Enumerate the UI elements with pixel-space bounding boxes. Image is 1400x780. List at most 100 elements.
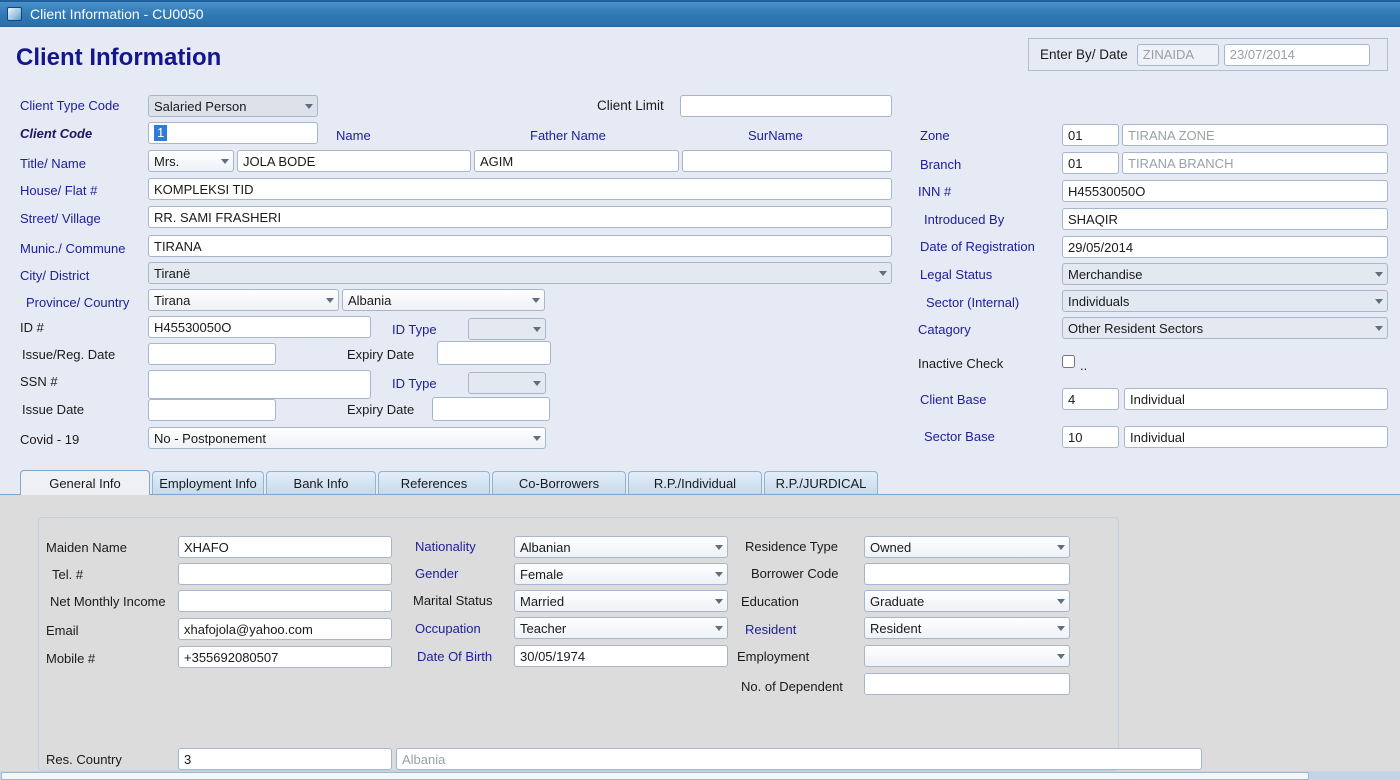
- chevron-down-icon: [715, 599, 723, 604]
- res-country-name-field: [396, 748, 1202, 770]
- net-monthly-income-field[interactable]: [178, 590, 392, 612]
- tab-co-borrowers[interactable]: Co-Borrowers: [492, 471, 626, 495]
- covid-dropdown[interactable]: No - Postponement: [148, 427, 546, 449]
- province-dropdown[interactable]: Tirana: [148, 289, 339, 311]
- tab-employment-info[interactable]: Employment Info: [152, 471, 264, 495]
- id-type-1-dropdown[interactable]: [468, 318, 546, 340]
- sector-internal-dropdown[interactable]: Individuals: [1062, 290, 1388, 312]
- maiden-name-label: Maiden Name: [46, 540, 127, 555]
- sector-internal-value: Individuals: [1068, 294, 1371, 309]
- id-number-label: ID #: [20, 320, 44, 335]
- resident-dropdown[interactable]: Resident: [864, 617, 1070, 639]
- res-country-code-field[interactable]: [178, 748, 392, 770]
- horizontal-scrollbar[interactable]: [0, 771, 1400, 780]
- sector-internal-label: Sector (Internal): [926, 295, 1019, 310]
- name-field[interactable]: [237, 150, 471, 172]
- id-type-2-label: ID Type: [392, 376, 437, 391]
- client-type-code-value: Salaried Person: [154, 99, 301, 114]
- catagory-dropdown[interactable]: Other Resident Sectors: [1062, 317, 1388, 339]
- no-of-dependent-field[interactable]: [864, 673, 1070, 695]
- province-value: Tirana: [154, 293, 322, 308]
- tel-field[interactable]: [178, 563, 392, 585]
- id-number-field[interactable]: [148, 316, 371, 338]
- street-village-label: Street/ Village: [20, 211, 101, 226]
- inactive-check-checkbox[interactable]: [1062, 355, 1075, 368]
- id-type-1-label: ID Type: [392, 322, 437, 337]
- munic-commune-field[interactable]: [148, 235, 892, 257]
- tab-rp-jurdical[interactable]: R.P./JURDICAL: [764, 471, 878, 495]
- title-name-label: Title/ Name: [20, 156, 86, 171]
- chevron-down-icon: [221, 159, 229, 164]
- borrower-code-field[interactable]: [864, 563, 1070, 585]
- employment-label: Employment: [737, 649, 809, 664]
- enter-by-date-field: [1224, 44, 1370, 66]
- client-limit-field[interactable]: [680, 95, 892, 117]
- legal-status-label: Legal Status: [920, 267, 992, 282]
- enter-by-user-field: [1137, 44, 1219, 66]
- street-village-field[interactable]: [148, 206, 892, 228]
- gender-dropdown[interactable]: Female: [514, 563, 728, 585]
- house-flat-field[interactable]: [148, 178, 892, 200]
- window-title: Client Information - CU0050: [30, 6, 204, 22]
- email-label: Email: [46, 623, 79, 638]
- zone-code-field[interactable]: [1062, 124, 1119, 146]
- client-base-name-field[interactable]: [1124, 388, 1388, 410]
- employment-dropdown[interactable]: [864, 645, 1070, 667]
- client-base-code-field[interactable]: [1062, 388, 1119, 410]
- issue-reg-date-field[interactable]: [148, 343, 276, 365]
- borrower-code-label: Borrower Code: [751, 566, 838, 581]
- title-dropdown[interactable]: Mrs.: [148, 150, 234, 172]
- residence-type-dropdown[interactable]: Owned: [864, 536, 1070, 558]
- chevron-down-icon: [1375, 326, 1383, 331]
- occupation-value: Teacher: [520, 621, 711, 636]
- issue-date-label: Issue Date: [22, 402, 84, 417]
- id-type-2-dropdown[interactable]: [468, 372, 546, 394]
- mobile-field[interactable]: [178, 646, 392, 668]
- sector-base-name-field[interactable]: [1124, 426, 1388, 448]
- chevron-down-icon: [1375, 272, 1383, 277]
- client-type-code-dropdown[interactable]: Salaried Person: [148, 95, 318, 117]
- name-column-header: Name: [336, 128, 371, 143]
- issue-date-field[interactable]: [148, 399, 276, 421]
- expiry-date-1-field[interactable]: [437, 341, 551, 365]
- surname-field[interactable]: [682, 150, 892, 172]
- introduced-by-label: Introduced By: [924, 212, 1004, 227]
- expiry-date-2-field[interactable]: [432, 397, 550, 421]
- country-dropdown[interactable]: Albania: [342, 289, 545, 311]
- father-name-field[interactable]: [474, 150, 679, 172]
- branch-code-field[interactable]: [1062, 152, 1119, 174]
- email-field[interactable]: [178, 618, 392, 640]
- ssn-label: SSN #: [20, 374, 58, 389]
- tab-rp-individual[interactable]: R.P./Individual: [628, 471, 762, 495]
- horizontal-scrollbar-thumb[interactable]: [1, 772, 1309, 780]
- chevron-down-icon: [879, 271, 887, 276]
- ssn-field[interactable]: [148, 370, 371, 399]
- surname-column-header: SurName: [748, 128, 803, 143]
- legal-status-dropdown[interactable]: Merchandise: [1062, 263, 1388, 285]
- residence-type-value: Owned: [870, 540, 1053, 555]
- marital-status-dropdown[interactable]: Married: [514, 590, 728, 612]
- catagory-value: Other Resident Sectors: [1068, 321, 1371, 336]
- chevron-down-icon: [1057, 545, 1065, 550]
- tab-bank-info[interactable]: Bank Info: [266, 471, 376, 495]
- education-dropdown[interactable]: Graduate: [864, 590, 1070, 612]
- residence-type-label: Residence Type: [745, 539, 838, 554]
- date-of-birth-field[interactable]: [514, 645, 728, 667]
- sector-base-code-field[interactable]: [1062, 426, 1119, 448]
- introduced-by-field[interactable]: [1062, 208, 1388, 230]
- inn-field[interactable]: [1062, 180, 1388, 202]
- client-code-field[interactable]: 1: [148, 122, 318, 144]
- tab-references[interactable]: References: [378, 471, 490, 495]
- occupation-dropdown[interactable]: Teacher: [514, 617, 728, 639]
- city-district-dropdown[interactable]: Tiranë: [148, 262, 892, 284]
- nationality-dropdown[interactable]: Albanian: [514, 536, 728, 558]
- chevron-down-icon: [533, 381, 541, 386]
- expiry-date-1-label: Expiry Date: [347, 347, 414, 362]
- maiden-name-field[interactable]: [178, 536, 392, 558]
- date-of-registration-field[interactable]: [1062, 236, 1388, 258]
- chevron-down-icon: [326, 298, 334, 303]
- chevron-down-icon: [533, 327, 541, 332]
- chevron-down-icon: [1057, 599, 1065, 604]
- tab-general-info[interactable]: General Info: [20, 470, 150, 495]
- enter-by-date-label: Enter By/ Date: [1040, 47, 1128, 62]
